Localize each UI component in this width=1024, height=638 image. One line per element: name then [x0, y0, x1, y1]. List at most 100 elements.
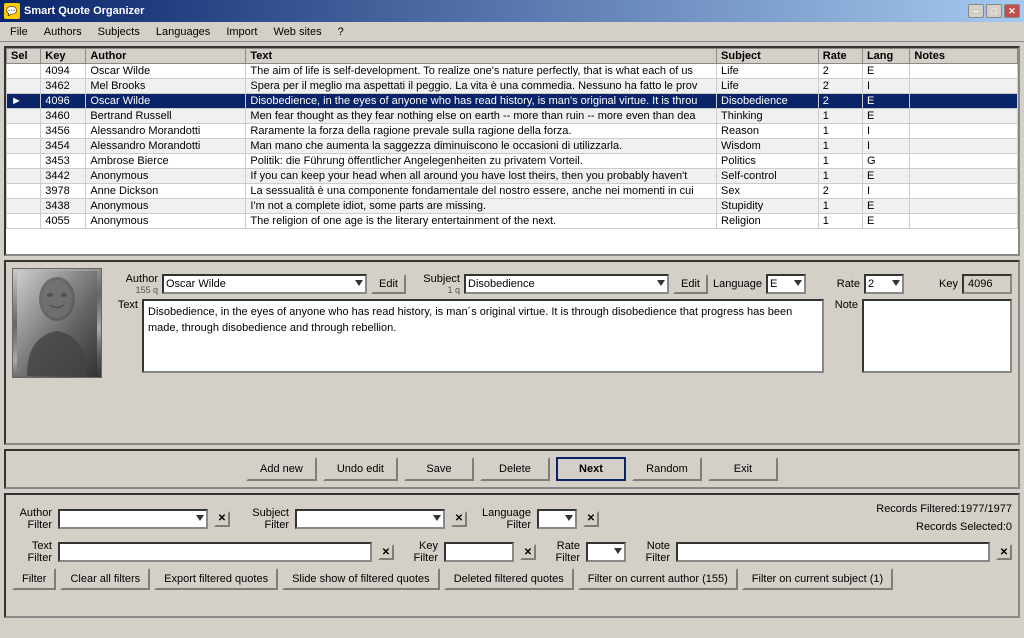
cell-key: 4096 — [41, 94, 86, 109]
random-button[interactable]: Random — [632, 457, 702, 481]
rate-filter-combo[interactable] — [586, 542, 626, 562]
quotes-table: Sel Key Author Text Subject Rate Lang No… — [6, 48, 1018, 229]
cell-lang: E — [862, 109, 909, 124]
deleted-button[interactable]: Deleted filtered quotes — [444, 568, 574, 590]
menu-authors[interactable]: Authors — [36, 24, 90, 40]
menu-subjects[interactable]: Subjects — [90, 24, 148, 40]
table-row[interactable]: 3456 Alessandro Morandotti Raramente la … — [7, 124, 1018, 139]
rate-filter-label2: Filter — [556, 552, 580, 564]
cell-notes — [910, 124, 1018, 139]
table-row[interactable]: 3454 Alessandro Morandotti Man mano che … — [7, 139, 1018, 154]
cell-sel: ► — [7, 94, 41, 109]
subject-combo[interactable]: Disobedience — [464, 274, 669, 294]
table-row[interactable]: 3460 Bertrand Russell Men fear thought a… — [7, 109, 1018, 124]
cell-author: Anne Dickson — [86, 184, 246, 199]
cell-notes — [910, 109, 1018, 124]
subject-filter-combo[interactable] — [295, 509, 445, 529]
cell-rate: 1 — [818, 169, 862, 184]
language-combo[interactable]: E I G — [766, 274, 806, 294]
table-row[interactable]: 4055 Anonymous The religion of one age i… — [7, 214, 1018, 229]
cell-text: Man mano che aumenta la saggezza diminui… — [246, 139, 717, 154]
table-row[interactable]: 3442 Anonymous If you can keep your head… — [7, 169, 1018, 184]
author-combo[interactable]: Oscar Wilde — [162, 274, 367, 294]
text-filter-clear[interactable]: ✕ — [378, 544, 394, 560]
cell-notes — [910, 94, 1018, 109]
cell-rate: 1 — [818, 199, 862, 214]
cell-key: 3456 — [41, 124, 86, 139]
text-filter-input[interactable] — [58, 542, 372, 562]
key-filter-clear[interactable]: ✕ — [520, 544, 536, 560]
cell-key: 3442 — [41, 169, 86, 184]
slide-show-button[interactable]: Slide show of filtered quotes — [282, 568, 440, 590]
language-filter-clear[interactable]: ✕ — [583, 511, 599, 527]
menu-web-sites[interactable]: Web sites — [266, 24, 330, 40]
cell-subject: Stupidity — [717, 199, 819, 214]
col-sel: Sel — [7, 49, 41, 64]
text-filter-label2: Filter — [28, 552, 52, 564]
menu-help[interactable]: ? — [330, 24, 352, 40]
language-filter-label2: Filter — [507, 519, 531, 531]
cell-text: Raramente la forza della ragione prevale… — [246, 124, 717, 139]
menu-bar: File Authors Subjects Languages Import W… — [0, 22, 1024, 42]
table-row[interactable]: 3978 Anne Dickson La sessualità è una co… — [7, 184, 1018, 199]
next-button[interactable]: Next — [556, 457, 626, 481]
language-filter-label1: Language — [482, 507, 531, 519]
menu-languages[interactable]: Languages — [148, 24, 218, 40]
text-area[interactable]: Disobedience, in the eyes of anyone who … — [142, 299, 824, 373]
author-edit-button[interactable]: Edit — [371, 274, 406, 294]
minimize-button[interactable]: – — [968, 4, 984, 18]
filter-row1: Author Filter ✕ Subject Filter ✕ Languag… — [12, 501, 1012, 536]
save-button[interactable]: Save — [404, 457, 474, 481]
menu-import[interactable]: Import — [218, 24, 265, 40]
table-row[interactable]: 3462 Mel Brooks Spera per il meglio ma a… — [7, 79, 1018, 94]
cell-text: The religion of one age is the literary … — [246, 214, 717, 229]
note-filter-clear[interactable]: ✕ — [996, 544, 1012, 560]
cell-text: I'm not a complete idiot, some parts are… — [246, 199, 717, 214]
note-filter-label2: Filter — [646, 552, 670, 564]
rate-combo[interactable]: 2 1 3 — [864, 274, 904, 294]
cell-subject: Life — [717, 64, 819, 79]
key-filter-input[interactable] — [444, 542, 514, 562]
col-text: Text — [246, 49, 717, 64]
subject-filter-clear[interactable]: ✕ — [451, 511, 467, 527]
cell-author: Anonymous — [86, 199, 246, 214]
table-row[interactable]: 3453 Ambrose Bierce Politik: die Führung… — [7, 154, 1018, 169]
detail-top-row: Author 155 q Oscar Wilde Edit Subject 1 … — [12, 268, 1012, 378]
author-filter-clear[interactable]: ✕ — [214, 511, 230, 527]
filter-author-button[interactable]: Filter on current author (155) — [578, 568, 738, 590]
close-button[interactable]: ✕ — [1004, 4, 1020, 18]
table-row[interactable]: ► 4096 Oscar Wilde Disobedience, in the … — [7, 94, 1018, 109]
cell-lang: I — [862, 124, 909, 139]
subject-edit-button[interactable]: Edit — [673, 274, 708, 294]
author-label: Author — [108, 273, 158, 285]
language-filter-combo[interactable] — [537, 509, 577, 529]
table-row[interactable]: 3438 Anonymous I'm not a complete idiot,… — [7, 199, 1018, 214]
menu-file[interactable]: File — [2, 24, 36, 40]
author-filter-combo[interactable] — [58, 509, 208, 529]
cell-sel — [7, 139, 41, 154]
app-title: Smart Quote Organizer — [24, 5, 144, 17]
add-new-button[interactable]: Add new — [246, 457, 317, 481]
exit-button[interactable]: Exit — [708, 457, 778, 481]
author-photo — [12, 268, 102, 378]
table-wrapper[interactable]: Sel Key Author Text Subject Rate Lang No… — [6, 48, 1018, 254]
table-row[interactable]: 4094 Oscar Wilde The aim of life is self… — [7, 64, 1018, 79]
cell-sel — [7, 109, 41, 124]
delete-button[interactable]: Delete — [480, 457, 550, 481]
cell-notes — [910, 184, 1018, 199]
key-field[interactable] — [962, 274, 1012, 294]
undo-edit-button[interactable]: Undo edit — [323, 457, 398, 481]
subject-filter-label2: Filter — [265, 519, 289, 531]
text-filter-label1: Text — [32, 540, 52, 552]
cell-sel — [7, 79, 41, 94]
export-button[interactable]: Export filtered quotes — [154, 568, 278, 590]
filter-subject-button[interactable]: Filter on current subject (1) — [742, 568, 893, 590]
cell-author: Alessandro Morandotti — [86, 124, 246, 139]
filter-button[interactable]: Filter — [12, 568, 56, 590]
subject-count: 1 q — [447, 285, 460, 295]
note-area[interactable] — [862, 299, 1012, 373]
note-filter-input[interactable] — [676, 542, 990, 562]
cell-rate: 1 — [818, 139, 862, 154]
clear-all-button[interactable]: Clear all filters — [60, 568, 150, 590]
maximize-button[interactable]: □ — [986, 4, 1002, 18]
